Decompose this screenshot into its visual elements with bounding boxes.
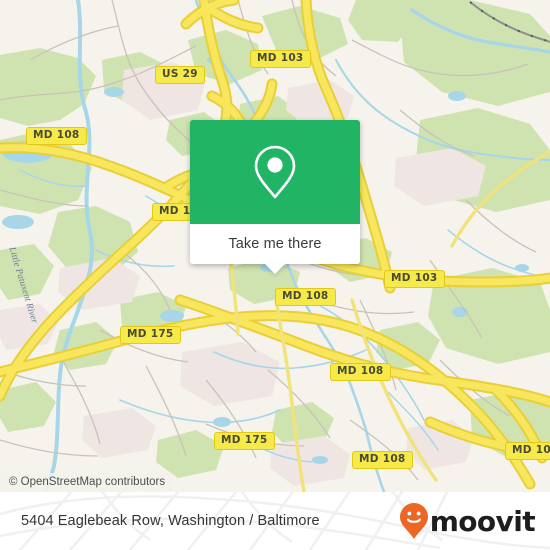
popup-tail xyxy=(264,263,286,274)
osm-attribution[interactable]: © OpenStreetMap contributors xyxy=(0,473,173,492)
map-screenshot: Little Patuxent River US 29 MD 103 MD 10… xyxy=(0,0,550,550)
moovit-smiley-pin-icon xyxy=(399,503,428,539)
location-pin-icon xyxy=(254,145,296,199)
take-me-there-button[interactable]: Take me there xyxy=(228,236,321,252)
moovit-logo[interactable]: moovit xyxy=(399,502,536,540)
road-shield-md108-west: MD 108 xyxy=(26,127,87,145)
road-shield-md103-north: MD 103 xyxy=(250,50,311,68)
popup-pin-area xyxy=(190,120,360,224)
popup-action-area[interactable]: Take me there xyxy=(190,224,360,274)
address-label: 5404 Eaglebeak Row, Washington / Baltimo… xyxy=(21,513,320,529)
road-shield-md100: MD 100 xyxy=(505,442,550,460)
map-canvas[interactable]: Little Patuxent River US 29 MD 103 MD 10… xyxy=(0,0,550,492)
location-popup-card[interactable]: Take me there xyxy=(190,120,360,274)
road-shield-us29: US 29 xyxy=(155,66,205,84)
road-shield-md103-east: MD 103 xyxy=(384,270,445,288)
road-shield-md108-south: MD 108 xyxy=(352,451,413,469)
road-shield-md108-mid: MD 108 xyxy=(275,288,336,306)
road-shield-md108-southeast: MD 108 xyxy=(330,363,391,381)
footer-bar: 5404 Eaglebeak Row, Washington / Baltimo… xyxy=(0,492,550,550)
road-shield-md175-south: MD 175 xyxy=(214,432,275,450)
moovit-wordmark: moovit xyxy=(429,504,536,538)
road-shield-md175-west: MD 175 xyxy=(120,326,181,344)
